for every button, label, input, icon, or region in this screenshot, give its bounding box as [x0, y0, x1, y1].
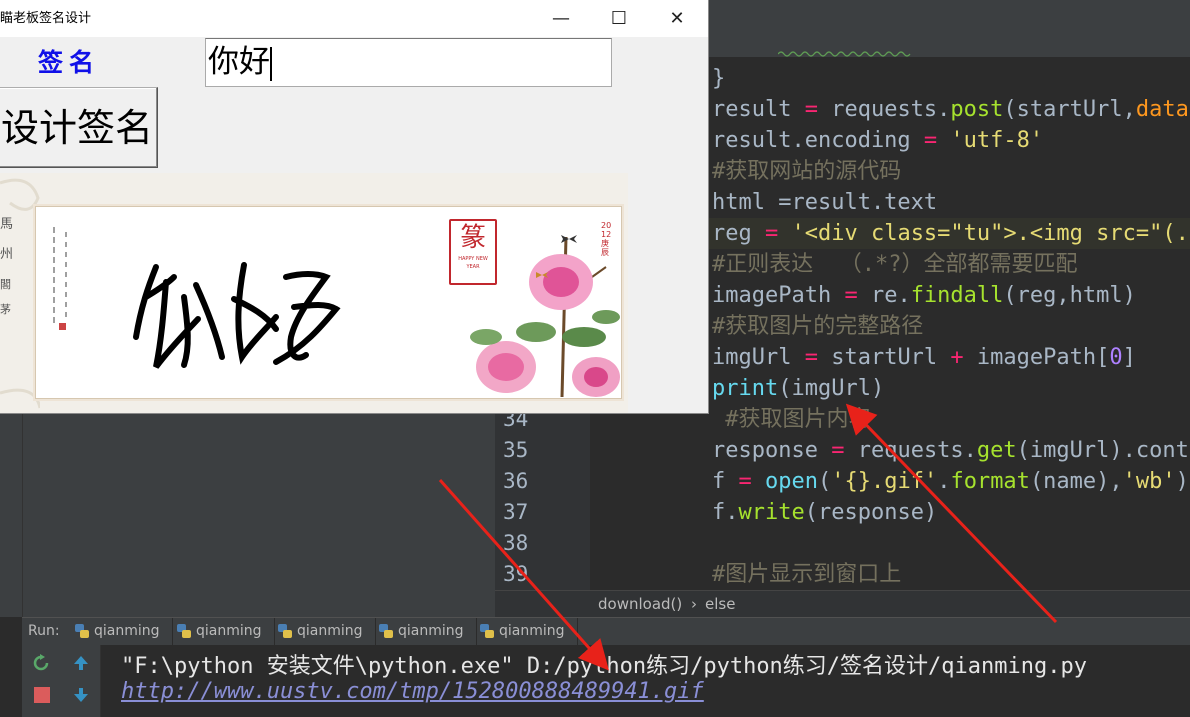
rerun-icon[interactable]: [32, 654, 52, 674]
breadcrumb-item[interactable]: else: [705, 591, 735, 618]
breadcrumb-item[interactable]: download(): [598, 591, 682, 618]
run-tab-label: qianming: [94, 623, 160, 639]
code-line: result.encoding = 'utf-8': [712, 128, 1044, 153]
chevron-right-icon: ›: [691, 595, 697, 613]
code-line: result = requests.post(startUrl,data: [712, 97, 1189, 122]
line-number: 39: [503, 562, 529, 586]
stop-icon[interactable]: [33, 686, 51, 704]
svg-text:茅: 茅: [0, 303, 11, 316]
close-icon: ✕: [669, 8, 685, 29]
run-tab[interactable]: qianming: [172, 618, 275, 645]
ornament-left: 馬 州 閣 茅: [0, 178, 40, 409]
code-line: imgUrl = startUrl + imagePath[0]: [712, 345, 1136, 370]
run-tab-label: qianming: [297, 623, 363, 639]
close-button[interactable]: ✕: [648, 0, 706, 37]
code-line: print(imgUrl): [712, 376, 885, 401]
signature-paper: 篆 HAPPY NEW YEAR 2012庚辰: [35, 206, 622, 399]
run-toolbar: [22, 645, 101, 717]
code-comment: #图片显示到窗口上: [712, 562, 902, 587]
minimize-button[interactable]: —: [532, 0, 590, 37]
python-icon: [177, 624, 191, 638]
signature-input-value: 你好: [208, 44, 270, 80]
code-line: }: [712, 66, 726, 91]
run-label: Run:: [28, 623, 60, 639]
run-tab[interactable]: qianming: [273, 618, 376, 645]
handwritten-signature: [133, 262, 341, 369]
line-number: 35: [503, 438, 529, 462]
run-tab[interactable]: qianming: [374, 618, 477, 645]
maximize-icon: ☐: [610, 8, 628, 29]
arrow-down-icon[interactable]: [72, 686, 90, 704]
python-icon: [278, 624, 292, 638]
console-output[interactable]: "F:\python 安装文件\python.exe" D:/python练习/…: [101, 645, 1190, 717]
signature-input[interactable]: 你好: [205, 38, 612, 87]
code-line: f.write(response): [712, 500, 938, 525]
svg-text:閣: 閣: [0, 278, 11, 291]
code-line: imagePath = re.findall(reg,html): [712, 283, 1136, 308]
svg-text:馬: 馬: [0, 217, 13, 232]
window-title: 瞄老板签名设计: [0, 11, 92, 26]
run-tab-label: qianming: [398, 623, 464, 639]
code-comment: #获取图片内容: [712, 407, 871, 432]
code-comment: #获取图片的完整路径: [712, 314, 924, 339]
minimize-icon: —: [552, 8, 570, 29]
run-tab-label: qianming: [196, 623, 262, 639]
code-line-current: reg = '<div class="tu">.<img src="(.: [712, 221, 1189, 246]
console-link[interactable]: http://www.uustv.com/tmp/152800888489941…: [121, 679, 704, 704]
code-comment: #获取网站的源代码: [712, 159, 902, 184]
run-tab[interactable]: qianming: [70, 618, 173, 645]
design-signature-button[interactable]: 设计签名: [0, 87, 158, 168]
signature-app-window: 瞄老板签名设计 — ☐ ✕ 签名 你好 设计签名 馬 州 閣 茅 篆 HAPPY…: [0, 0, 709, 414]
run-panel-header: Run: qianming qianming qianming qianming…: [22, 617, 1190, 646]
python-icon: [480, 624, 494, 638]
signature-label: 签名: [38, 48, 101, 77]
breadcrumb: download() › else: [495, 590, 1190, 618]
line-number: 38: [503, 531, 529, 555]
code-comment: #正则表达 （.*?）全部都需要匹配: [712, 252, 1078, 277]
peony-painting: [470, 235, 620, 398]
run-tab-label: qianming: [499, 623, 565, 639]
python-icon: [75, 624, 89, 638]
line-number: 36: [503, 469, 529, 493]
console-command-line: "F:\python 安装文件\python.exe" D:/python练习/…: [121, 654, 1087, 679]
code-line: response = requests.get(imgUrl).cont: [712, 438, 1189, 463]
calligraphy-note: [53, 227, 67, 330]
maximize-button[interactable]: ☐: [590, 0, 648, 37]
python-icon: [379, 624, 393, 638]
code-line: f = open('{}.gif'.format(name),'wb'): [712, 469, 1189, 494]
run-tab[interactable]: qianming: [475, 618, 578, 645]
window-titlebar[interactable]: 瞄老板签名设计 — ☐ ✕: [0, 0, 708, 37]
line-number: 37: [503, 500, 529, 524]
text-caret: [270, 46, 272, 81]
arrow-up-icon[interactable]: [72, 654, 90, 672]
svg-text:州: 州: [0, 247, 13, 262]
signature-image: 馬 州 閣 茅 篆 HAPPY NEW YEAR 2012庚辰: [0, 173, 628, 413]
code-line: html =result.text: [712, 190, 938, 215]
